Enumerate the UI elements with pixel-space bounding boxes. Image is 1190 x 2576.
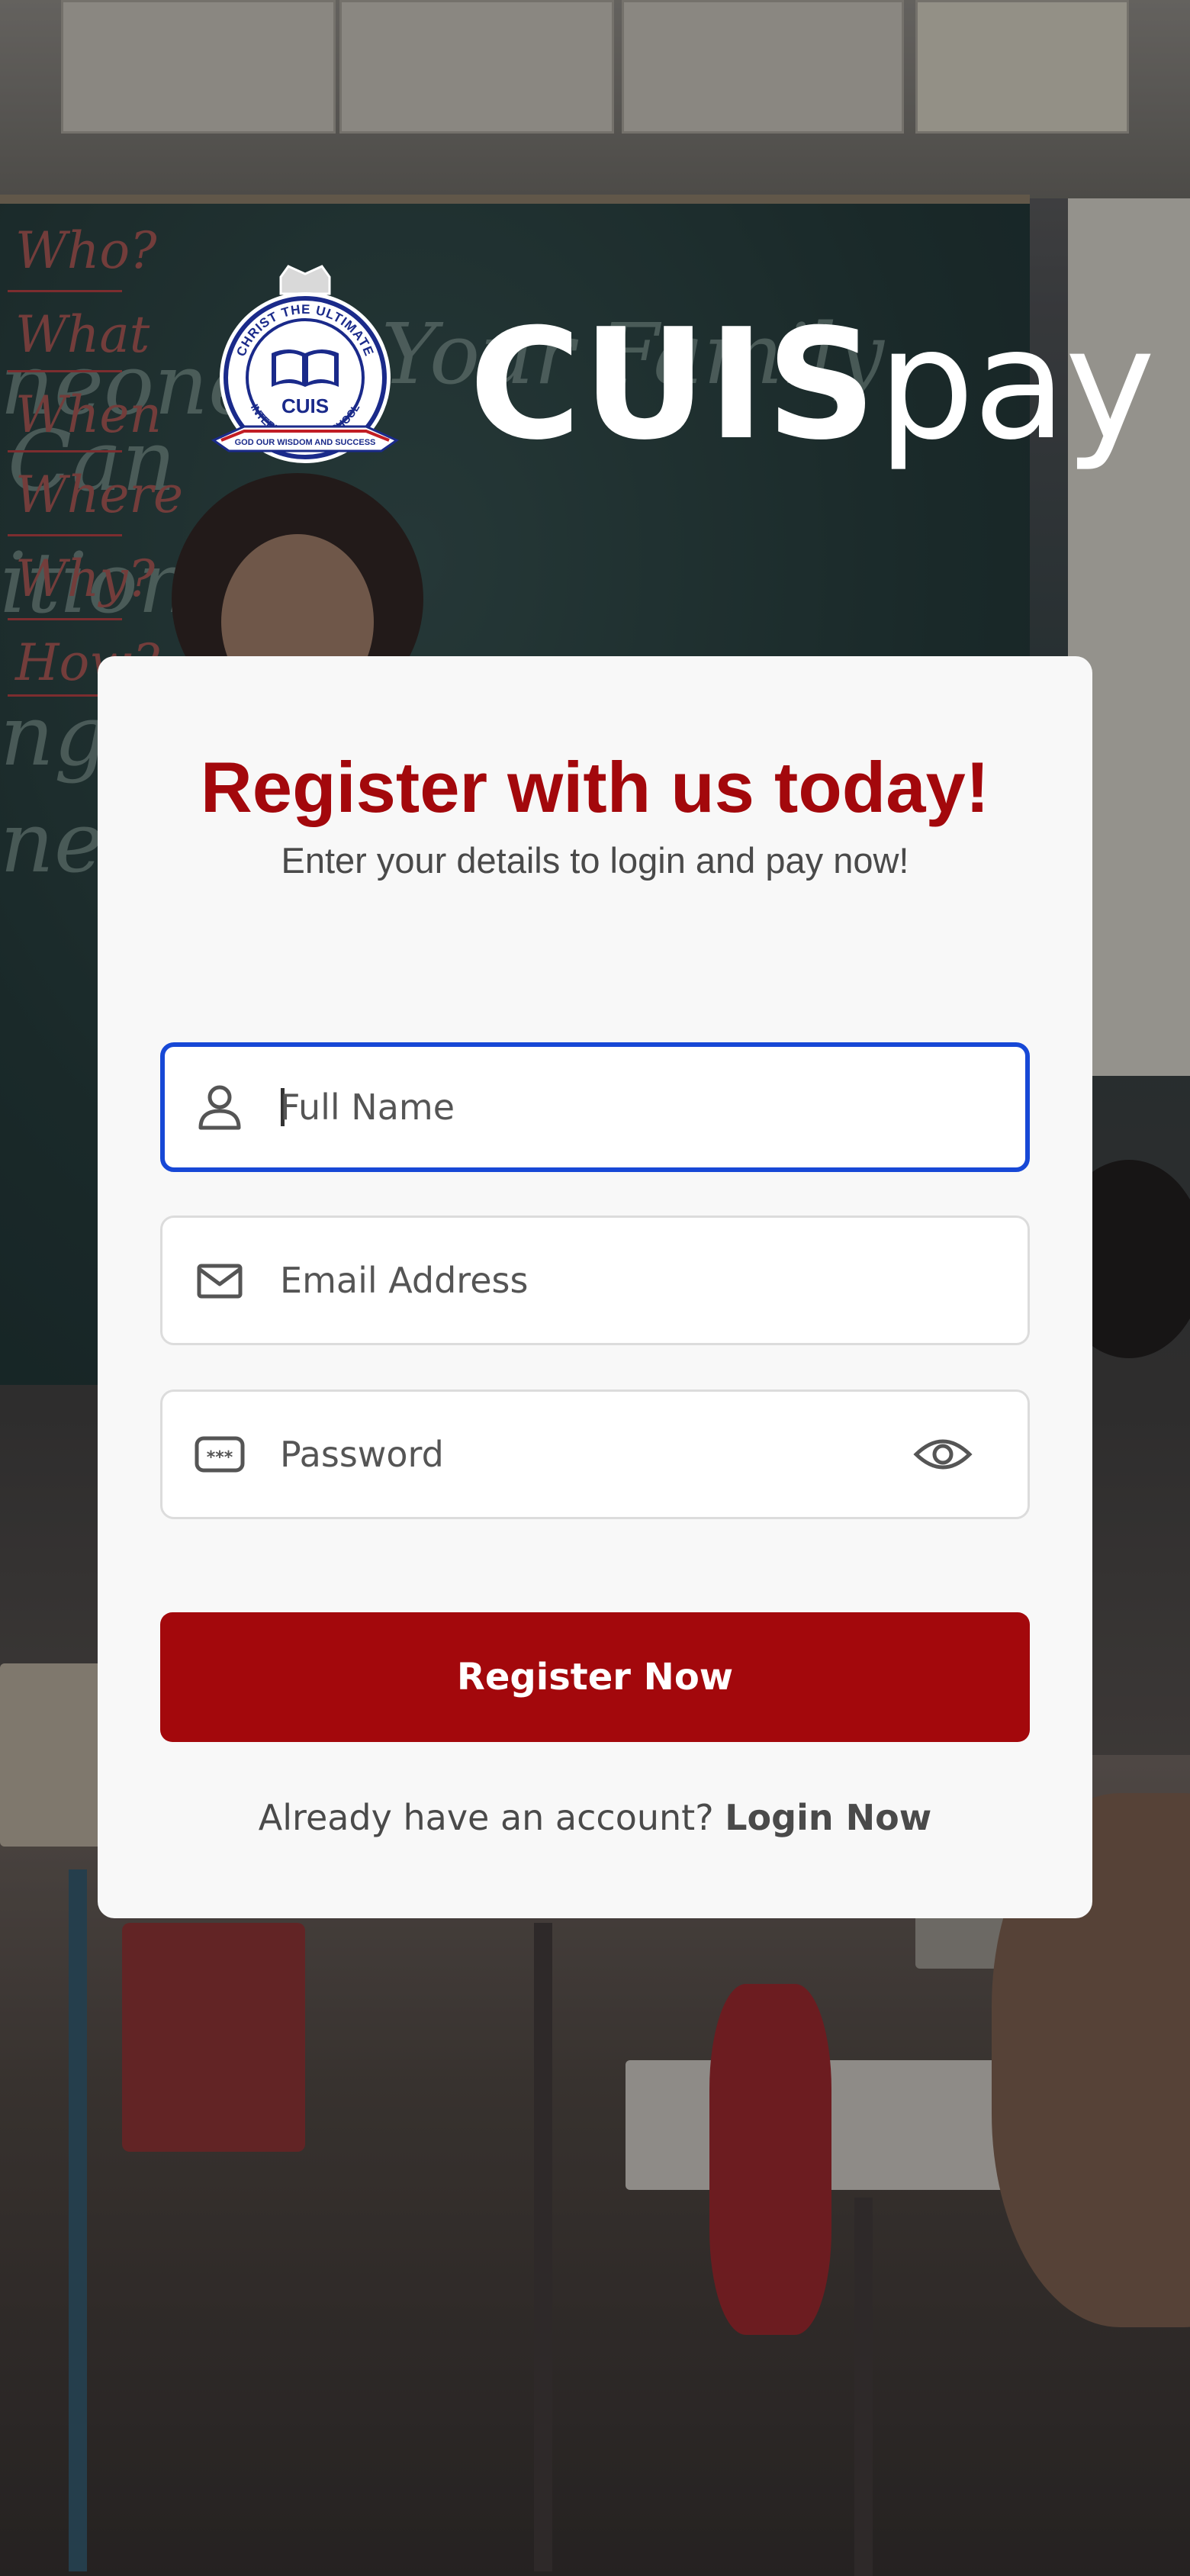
svg-text:***: *** (207, 1448, 233, 1467)
full-name-field[interactable] (160, 1042, 1030, 1172)
email-field[interactable] (160, 1216, 1030, 1345)
password-icon: *** (195, 1436, 245, 1473)
email-input[interactable] (280, 1218, 860, 1343)
password-input[interactable] (280, 1392, 860, 1517)
login-prompt-text: Already have an account? (258, 1797, 725, 1838)
password-field[interactable]: *** (160, 1389, 1030, 1519)
school-crest-logo: CHRIST THE ULTIMATE INTERNATIONAL SCHOOL… (211, 265, 400, 463)
wordmark-bold: CUIS (469, 296, 878, 474)
svg-text:GOD OUR WISDOM AND SUCCESS: GOD OUR WISDOM AND SUCCESS (235, 438, 376, 447)
user-icon (198, 1085, 241, 1130)
page-title: Register with us today! (200, 747, 990, 827)
brand-header: CHRIST THE ULTIMATE INTERNATIONAL SCHOOL… (198, 263, 1156, 485)
wordmark-light: pay (877, 296, 1156, 474)
register-card: Register with us today! Enter your detai… (98, 656, 1092, 1918)
full-name-input[interactable] (280, 1047, 860, 1167)
mail-icon (197, 1264, 243, 1299)
svg-text:CUIS: CUIS (281, 394, 329, 417)
cuispay-wordmark: CUISpay (469, 309, 1156, 462)
page-subtitle: Enter your details to login and pay now! (281, 840, 909, 881)
register-now-button[interactable]: Register Now (160, 1612, 1030, 1742)
eye-icon[interactable] (913, 1433, 973, 1476)
login-now-link[interactable]: Login Now (725, 1797, 931, 1838)
login-prompt: Already have an account? Login Now (98, 1797, 1092, 1838)
